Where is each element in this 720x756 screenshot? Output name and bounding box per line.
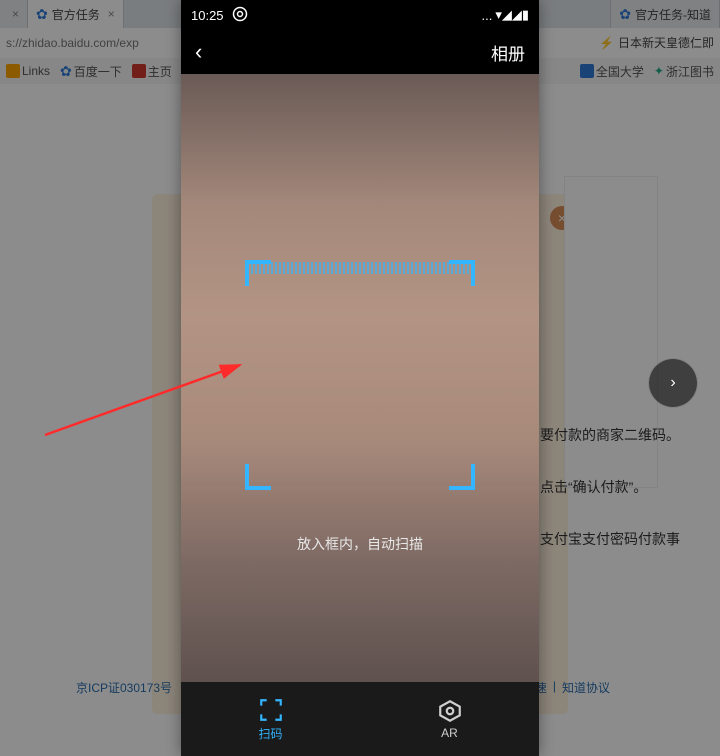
tab-label: AR	[441, 726, 458, 740]
next-button[interactable]: ›	[648, 358, 698, 408]
instruction-line: 点击“确认付款”。	[540, 476, 720, 500]
instruction-line: 要付款的商家二维码。	[540, 424, 720, 448]
frame-corner-icon	[245, 260, 271, 286]
news-text: 日本新天皇德仁即	[618, 36, 714, 50]
bookmark-item[interactable]: 全国大学	[580, 63, 644, 80]
screenshot-root: × ✿ 官方任务 × ✿ 官方任务-知道 s://zhidao.baidu.co…	[0, 0, 720, 756]
close-icon[interactable]: ×	[12, 7, 19, 21]
footer-links: 京ICP证030173号	[76, 679, 172, 696]
browser-tab[interactable]: ✿ 官方任务-知道	[610, 0, 720, 28]
tab-ar[interactable]: AR	[360, 682, 539, 756]
browser-tab[interactable]: ✿ 官方任务 ×	[28, 0, 124, 28]
scan-frame	[245, 260, 475, 490]
scan-line	[247, 262, 473, 274]
browser-tab[interactable]: ×	[0, 0, 28, 28]
home-icon	[132, 64, 146, 78]
favicon-icon: ✿	[619, 6, 631, 23]
bolt-icon: ⚡	[599, 36, 614, 50]
more-icon: ...	[481, 8, 492, 23]
back-button[interactable]: ‹	[195, 41, 202, 63]
instruction-line: 支付宝支付密码付款事	[540, 528, 720, 552]
icp-link[interactable]: 京ICP证030173号	[76, 679, 172, 696]
bookmark-item[interactable]: 主页	[132, 63, 172, 80]
frame-corner-icon	[245, 464, 271, 490]
bookmark-label: 全国大学	[596, 63, 644, 80]
footer-link[interactable]: 知道协议	[562, 679, 610, 696]
camera-viewport[interactable]: 放入框内，自动扫描	[181, 74, 539, 682]
bookmark-item[interactable]: ✦浙江图书	[654, 63, 714, 80]
bookmark-label: 主页	[148, 63, 172, 80]
scan-icon	[258, 697, 284, 723]
news-ticker[interactable]: ⚡ 日本新天皇德仁即	[599, 34, 714, 51]
bookmark-label: 浙江图书	[666, 63, 714, 80]
site-icon	[580, 64, 594, 78]
favicon-icon: ✿	[36, 6, 48, 23]
status-bar: 10:25 ... ▾◢◢▮	[181, 0, 539, 30]
instruction-text-block: 要付款的商家二维码。 点击“确认付款”。 支付宝支付密码付款事	[540, 424, 720, 579]
tab-label: 官方任务-知道	[635, 6, 711, 23]
bookmark-item[interactable]: Links	[6, 64, 50, 78]
bookmark-label: Links	[22, 64, 50, 78]
frame-corner-icon	[449, 260, 475, 286]
folder-icon	[6, 64, 20, 78]
url-text[interactable]: s://zhidao.baidu.com/exp	[6, 36, 139, 50]
site-icon: ✦	[654, 64, 664, 78]
phone-bottom-tabs: 扫码 AR	[181, 682, 539, 756]
scan-hint: 放入框内，自动扫描	[181, 534, 539, 554]
frame-corner-icon	[449, 464, 475, 490]
separator: |	[553, 679, 556, 696]
tab-label: 官方任务	[52, 6, 100, 23]
close-icon[interactable]: ×	[108, 7, 115, 21]
tab-scan[interactable]: 扫码	[181, 682, 360, 756]
ar-icon	[437, 698, 463, 724]
bookmark-label: 百度一下	[74, 63, 122, 80]
chevron-right-icon: ›	[670, 374, 675, 392]
tab-label: 扫码	[258, 725, 282, 742]
album-button[interactable]: 相册	[491, 40, 525, 65]
app-icon	[232, 6, 248, 25]
paw-icon: ✿	[60, 63, 72, 80]
status-time: 10:25	[191, 8, 224, 23]
phone-navbar: ‹ 相册	[181, 30, 539, 74]
signal-icon: ▾◢◢▮	[495, 7, 529, 23]
bookmark-item[interactable]: ✿百度一下	[60, 63, 122, 80]
phone-mock: 10:25 ... ▾◢◢▮ ‹ 相册 放入框内	[181, 0, 539, 756]
